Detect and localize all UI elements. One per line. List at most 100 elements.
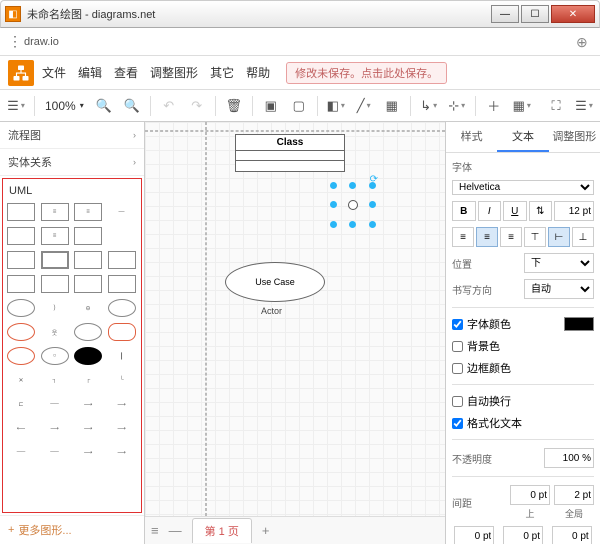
uml-shape[interactable]: └ [108, 371, 136, 389]
uml-shape[interactable] [108, 227, 136, 245]
uml-shape[interactable]: ⟶ [108, 395, 136, 413]
menu-other[interactable]: 其它 [210, 64, 234, 81]
uml-shape[interactable]: ≡ [74, 203, 102, 221]
menu-shapes[interactable]: 调整图形 [150, 64, 198, 81]
valign-bottom-button[interactable]: ⊥ [572, 227, 594, 247]
fill-icon[interactable]: ◧ [324, 94, 348, 118]
waypoint-icon[interactable]: ⊹ [445, 94, 469, 118]
uml-shape[interactable] [74, 251, 102, 269]
uml-shape[interactable]: ⟶ [74, 419, 102, 437]
zoom-display[interactable]: 100%▾ [41, 99, 88, 113]
fullscreen-icon[interactable]: ⛶ [544, 94, 568, 118]
uml-shape[interactable]: ⊏ [7, 395, 35, 413]
uml-shape[interactable] [41, 251, 69, 269]
valign-middle-button[interactable]: ⊢ [548, 227, 570, 247]
uml-shape[interactable]: — [108, 203, 136, 221]
underline-button[interactable]: U [503, 201, 527, 221]
bold-button[interactable]: B [452, 201, 476, 221]
sidebar-toggle-icon[interactable]: ☰ [4, 94, 28, 118]
uml-shape[interactable] [7, 275, 35, 293]
font-select[interactable]: Helvetica [452, 180, 594, 195]
uml-shape[interactable] [7, 251, 35, 269]
fontcolor-check[interactable] [452, 319, 463, 330]
vertical-button[interactable]: ⇅ [529, 201, 553, 221]
uml-shape[interactable] [108, 299, 136, 317]
uml-shape[interactable] [7, 203, 35, 221]
menu-edit[interactable]: 编辑 [78, 64, 102, 81]
uml-shape[interactable]: ── [7, 443, 35, 461]
sp-global-input[interactable] [554, 485, 594, 505]
sidebar-section-flowchart[interactable]: 流程图› [0, 122, 144, 149]
more-shapes-button[interactable]: +更多图形... [0, 515, 144, 544]
uml-shape[interactable]: ⟶ [74, 395, 102, 413]
uml-shape[interactable] [7, 323, 35, 341]
uml-shape[interactable]: ⟶ [74, 443, 102, 461]
uml-shape[interactable]: 웃 [41, 323, 69, 341]
toback-icon[interactable]: ▢ [287, 94, 311, 118]
delete-icon[interactable]: 🗑 [222, 94, 246, 118]
uml-shape[interactable] [41, 275, 69, 293]
tab-arrange[interactable]: 调整图形 [549, 122, 600, 152]
shadow-icon[interactable]: ▦ [380, 94, 404, 118]
uml-shape[interactable] [7, 227, 35, 245]
uml-shape[interactable] [74, 227, 102, 245]
align-right-button[interactable]: ≡ [500, 227, 522, 247]
uml-shape[interactable]: ≡ [41, 227, 69, 245]
uml-shape[interactable] [7, 299, 35, 317]
line-icon[interactable]: ╱ [352, 94, 376, 118]
zoom-out-icon[interactable]: 🔍 [120, 94, 144, 118]
class-shape[interactable]: Class [235, 134, 345, 172]
uml-shape[interactable]: ┌ [74, 371, 102, 389]
format-toggle-icon[interactable]: ☰ [572, 94, 596, 118]
canvas[interactable]: Class ⟳ Use Case Actor [145, 122, 445, 516]
close-button[interactable]: ✕ [551, 5, 595, 23]
uml-shape[interactable]: ── [41, 395, 69, 413]
uml-shape[interactable] [74, 275, 102, 293]
usecase-shape[interactable]: Use Case [225, 262, 325, 302]
page-menu-icon[interactable]: ≡ [151, 523, 159, 538]
uml-shape[interactable] [108, 323, 136, 341]
selected-node[interactable]: ⟳ [330, 182, 376, 228]
bordercolor-check[interactable] [452, 363, 463, 374]
tab-text[interactable]: 文本 [497, 122, 548, 152]
sp-bottom-input[interactable] [503, 526, 543, 544]
sp-top-input[interactable] [510, 485, 550, 505]
page-tab-1[interactable]: 第 1 页 [192, 518, 252, 543]
italic-button[interactable]: I [478, 201, 502, 221]
uml-shape[interactable]: ⊖ [74, 299, 102, 317]
valign-top-button[interactable]: ⊤ [524, 227, 546, 247]
page-add-icon[interactable]: + [262, 523, 270, 538]
align-center-button[interactable]: ≡ [476, 227, 498, 247]
uml-shape[interactable]: ── [41, 443, 69, 461]
uml-shape[interactable] [74, 323, 102, 341]
uml-shape[interactable] [108, 251, 136, 269]
undo-icon[interactable]: ↶ [157, 94, 181, 118]
language-icon[interactable]: ⊕ [576, 34, 592, 50]
uml-shape[interactable]: ○ [41, 347, 69, 365]
menu-file[interactable]: 文件 [42, 64, 66, 81]
connection-icon[interactable]: ↳ [417, 94, 441, 118]
page-prev-icon[interactable]: — [169, 523, 182, 538]
uml-shape[interactable] [74, 347, 102, 365]
minimize-button[interactable]: — [491, 5, 519, 23]
app-logo[interactable] [8, 60, 34, 86]
font-size-input[interactable] [554, 201, 594, 221]
uml-shape[interactable]: ┃ [108, 347, 136, 365]
uml-shape[interactable]: ┐ [41, 371, 69, 389]
zoom-in-icon[interactable]: 🔍 [92, 94, 116, 118]
table-icon[interactable]: ▦ [510, 94, 534, 118]
uml-shape[interactable]: ⟶ [41, 419, 69, 437]
uml-shape[interactable] [7, 347, 35, 365]
uml-shape[interactable]: ≡ [41, 203, 69, 221]
fontcolor-swatch[interactable] [564, 317, 594, 331]
actor-label[interactable]: Actor [261, 306, 282, 316]
formatted-check[interactable] [452, 418, 463, 429]
maximize-button[interactable]: ☐ [521, 5, 549, 23]
redo-icon[interactable]: ↷ [185, 94, 209, 118]
uml-shape[interactable]: ⟵ [7, 419, 35, 437]
sidebar-section-entity[interactable]: 实体关系› [0, 149, 144, 176]
tofront-icon[interactable]: ▣ [259, 94, 283, 118]
insert-icon[interactable]: ＋ [482, 94, 506, 118]
opacity-input[interactable] [544, 448, 594, 468]
align-left-button[interactable]: ≡ [452, 227, 474, 247]
